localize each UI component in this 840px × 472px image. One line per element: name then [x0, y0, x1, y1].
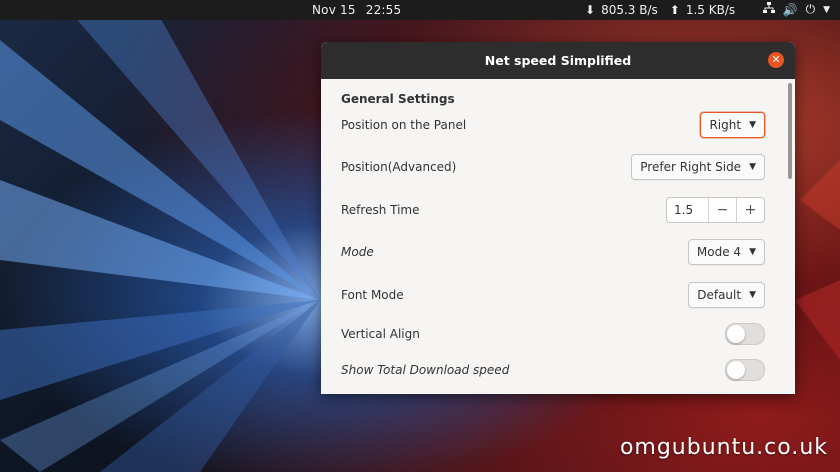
refresh-time-label: Refresh Time — [341, 203, 420, 217]
settings-dialog: Net speed Simplified ✕ General Settings … — [321, 42, 795, 394]
row-position-panel: Position on the Panel Right ▼ — [341, 110, 765, 140]
font-mode-label: Font Mode — [341, 288, 404, 302]
chevron-down-icon: ▼ — [749, 162, 756, 172]
chevron-down-icon[interactable]: ▼ — [823, 5, 830, 15]
power-icon[interactable]: ⏻ — [806, 2, 816, 17]
watermark: omgubuntu.co.uk — [619, 435, 828, 460]
upload-speed: 1.5 KB/s — [685, 3, 736, 17]
top-panel: Nov 15 22:55 ⬇ 805.3 B/s ⬆ 1.5 KB/s 🔊 ⏻ … — [0, 0, 840, 20]
position-advanced-dropdown[interactable]: Prefer Right Side ▼ — [631, 154, 765, 180]
show-total-download-label: Show Total Download speed — [341, 363, 510, 377]
position-advanced-label: Position(Advanced) — [341, 160, 457, 174]
position-panel-label: Position on the Panel — [341, 118, 467, 132]
clock[interactable]: Nov 15 22:55 — [312, 3, 401, 17]
dialog-titlebar[interactable]: Net speed Simplified ✕ — [321, 42, 795, 79]
volume-icon[interactable]: 🔊 — [783, 3, 798, 17]
font-mode-dropdown[interactable]: Default ▼ — [688, 282, 765, 308]
arrow-up-icon: ⬆ — [669, 3, 680, 17]
toggle-knob — [727, 361, 745, 379]
increment-button[interactable]: + — [736, 198, 764, 222]
position-advanced-value: Prefer Right Side — [640, 160, 742, 174]
scrollbar[interactable] — [788, 83, 792, 179]
position-panel-dropdown[interactable]: Right ▼ — [700, 112, 765, 138]
system-tray[interactable]: 🔊 ⏻ ▼ — [762, 2, 830, 17]
refresh-time-input[interactable]: 1.5 — [667, 203, 708, 217]
download-speed: 805.3 B/s — [601, 3, 658, 17]
row-font-mode: Font Mode Default ▼ — [341, 280, 765, 310]
dialog-content: General Settings Position on the Panel R… — [321, 79, 795, 394]
net-speed-indicator[interactable]: ⬇ 805.3 B/s ⬆ 1.5 KB/s — [585, 3, 735, 17]
chevron-down-icon: ▼ — [749, 290, 756, 300]
row-show-total-download: Show Total Download speed — [341, 355, 765, 385]
network-icon[interactable] — [762, 2, 775, 17]
row-mode: Mode Mode 4 ▼ — [341, 237, 765, 267]
row-vertical-align: Vertical Align — [341, 319, 765, 349]
mode-value: Mode 4 — [696, 245, 742, 259]
decrement-button[interactable]: − — [708, 198, 736, 222]
mode-dropdown[interactable]: Mode 4 ▼ — [687, 239, 765, 265]
mode-label: Mode — [341, 245, 374, 259]
clock-date: Nov 15 — [312, 3, 356, 17]
arrow-down-icon: ⬇ — [585, 3, 596, 17]
vertical-align-label: Vertical Align — [341, 327, 420, 341]
show-total-download-toggle[interactable] — [725, 359, 765, 381]
section-title: General Settings — [341, 92, 455, 106]
chevron-down-icon: ▼ — [749, 120, 756, 130]
vertical-align-toggle[interactable] — [725, 323, 765, 345]
chevron-down-icon: ▼ — [749, 247, 756, 257]
toggle-knob — [727, 325, 745, 343]
refresh-time-spinner[interactable]: 1.5 − + — [666, 197, 765, 223]
dialog-title: Net speed Simplified — [484, 53, 632, 68]
clock-time: 22:55 — [365, 3, 402, 17]
font-mode-value: Default — [697, 288, 742, 302]
row-refresh-time: Refresh Time 1.5 − + — [341, 195, 765, 225]
close-icon[interactable]: ✕ — [768, 52, 784, 68]
row-position-advanced: Position(Advanced) Prefer Right Side ▼ — [341, 152, 765, 182]
position-panel-value: Right — [709, 118, 742, 132]
